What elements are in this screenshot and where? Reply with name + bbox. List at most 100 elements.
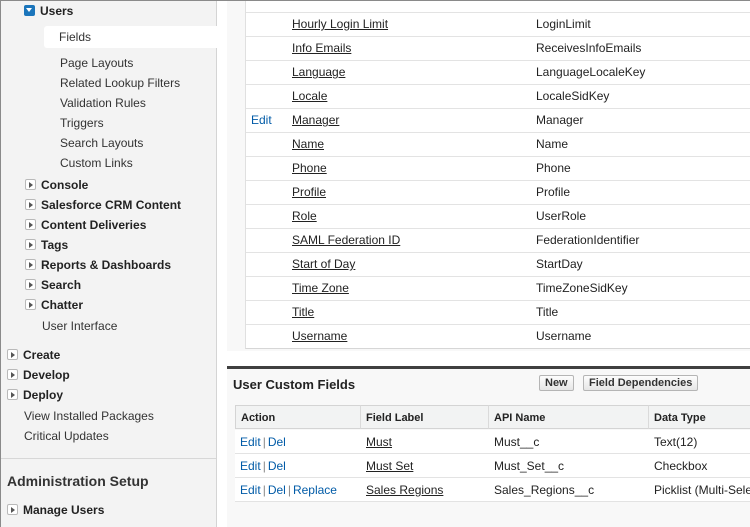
table-row: Locale LocaleSidKey [246, 85, 750, 109]
field-api-name: Name [536, 137, 569, 151]
column-header-field-label[interactable]: Field Label [361, 405, 489, 429]
sidebar-item-manage-users[interactable]: Manage Users [7, 500, 104, 520]
collapse-icon[interactable] [24, 5, 35, 16]
sidebar-item-search-layouts[interactable]: Search Layouts [60, 133, 143, 153]
expand-icon[interactable] [7, 349, 18, 360]
table-row: Profile Profile [246, 181, 750, 205]
sidebar-item-critical-updates[interactable]: Critical Updates [24, 426, 109, 446]
standard-fields-section: Hourly Login Limit LoginLimit Info Email… [227, 1, 750, 351]
custom-fields-section: User Custom Fields New Field Dependencie… [227, 366, 750, 527]
expand-icon[interactable] [25, 259, 36, 270]
new-field-button[interactable]: New [539, 375, 574, 391]
field-data-type: Checkbox [654, 459, 708, 473]
field-label-link[interactable]: Profile [292, 185, 326, 199]
expand-icon[interactable] [25, 279, 36, 290]
sidebar-item-develop[interactable]: Develop [7, 365, 70, 385]
sidebar-item-fields[interactable]: Fields [59, 27, 91, 47]
table-row: Edit | Del | Replace Sales Regions Sales_Reg… [235, 478, 750, 502]
table-row: Username Username [246, 325, 750, 349]
sidebar-item-related-lookup-filters[interactable]: Related Lookup Filters [60, 73, 180, 93]
field-label-link[interactable]: Time Zone [292, 281, 349, 295]
table-row [246, 0, 750, 13]
field-api-name: LoginLimit [536, 17, 591, 31]
table-row: Phone Phone [246, 157, 750, 181]
separator: | [262, 435, 266, 449]
separator: | [287, 483, 291, 497]
sidebar-item-create[interactable]: Create [7, 345, 60, 365]
column-header-action: Action [235, 405, 361, 429]
delete-link[interactable]: Del [268, 435, 286, 449]
table-row: Edit | Del Must Set Must_Set__c Checkbox [235, 454, 750, 478]
edit-link[interactable]: Edit [240, 483, 261, 497]
sidebar-divider [1, 458, 216, 459]
field-api-name: Manager [536, 113, 584, 127]
administration-setup-heading: Administration Setup [7, 473, 149, 489]
standard-fields-table: Hourly Login Limit LoginLimit Info Email… [245, 1, 750, 349]
field-label-link[interactable]: Locale [292, 89, 327, 103]
field-api-name: Must__c [494, 435, 540, 449]
sidebar-item-content-deliveries[interactable]: Content Deliveries [25, 215, 146, 235]
expand-icon[interactable] [25, 199, 36, 210]
table-row: Start of Day StartDay [246, 253, 750, 277]
field-api-name: FederationIdentifier [536, 233, 640, 247]
field-label-link[interactable]: Manager [292, 113, 339, 127]
field-label-link[interactable]: Must Set [366, 459, 413, 473]
field-api-name: Sales_Regions__c [494, 483, 595, 497]
sidebar-item-validation-rules[interactable]: Validation Rules [60, 93, 146, 113]
expand-icon[interactable] [25, 299, 36, 310]
field-label-link[interactable]: Phone [292, 161, 327, 175]
expand-icon[interactable] [25, 219, 36, 230]
expand-icon[interactable] [7, 369, 18, 380]
delete-link[interactable]: Del [268, 483, 286, 497]
sidebar-item-page-layouts[interactable]: Page Layouts [60, 53, 133, 73]
table-row: Title Title [246, 301, 750, 325]
expand-icon[interactable] [25, 239, 36, 250]
field-label-link[interactable]: Name [292, 137, 324, 151]
sidebar-item-reports-dashboards[interactable]: Reports & Dashboards [25, 255, 171, 275]
edit-link[interactable]: Edit [251, 113, 272, 127]
field-label-link[interactable]: Must [366, 435, 392, 449]
field-dependencies-button[interactable]: Field Dependencies [583, 375, 699, 391]
expand-icon[interactable] [25, 179, 36, 190]
sidebar-item-custom-links[interactable]: Custom Links [60, 153, 133, 173]
table-row: SAML Federation ID FederationIdentifier [246, 229, 750, 253]
table-row: Edit Manager Manager [246, 109, 750, 133]
edit-link[interactable]: Edit [240, 435, 261, 449]
field-api-name: UserRole [536, 209, 587, 223]
field-label-link[interactable]: Info Emails [292, 41, 351, 55]
column-header-api-name[interactable]: API Name [489, 405, 649, 429]
sidebar-item-users[interactable]: Users [24, 1, 73, 21]
field-label-link[interactable]: Role [292, 209, 317, 223]
field-label-link[interactable]: Sales Regions [366, 483, 443, 497]
sidebar-item-view-installed-packages[interactable]: View Installed Packages [24, 406, 154, 426]
separator: | [262, 459, 266, 473]
sidebar-item-console[interactable]: Console [25, 175, 88, 195]
field-api-name: Title [536, 305, 559, 319]
sidebar-item-triggers[interactable]: Triggers [60, 113, 104, 133]
field-label-link[interactable]: Title [292, 305, 314, 319]
field-label-link[interactable]: Hourly Login Limit [292, 17, 388, 31]
sidebar-item-crm-content[interactable]: Salesforce CRM Content [25, 195, 181, 215]
field-api-name: Username [536, 329, 592, 343]
expand-icon[interactable] [7, 504, 18, 515]
sidebar-item-search[interactable]: Search [25, 275, 81, 295]
sidebar-item-tags[interactable]: Tags [25, 235, 68, 255]
field-label-link[interactable]: Start of Day [292, 257, 355, 271]
edit-link[interactable]: Edit [240, 459, 261, 473]
field-label-link[interactable]: Username [292, 329, 347, 343]
replace-link[interactable]: Replace [293, 483, 337, 497]
table-row: Edit | Del Must Must__c Text(12) [235, 430, 750, 454]
delete-link[interactable]: Del [268, 459, 286, 473]
field-label-link[interactable]: SAML Federation ID [292, 233, 400, 247]
field-data-type: Text(12) [654, 435, 698, 449]
sidebar-item-chatter[interactable]: Chatter [25, 295, 83, 315]
table-row: Hourly Login Limit LoginLimit [246, 13, 750, 37]
sidebar-item-deploy[interactable]: Deploy [7, 385, 63, 405]
field-label-link[interactable]: Language [292, 65, 345, 79]
field-api-name: Phone [536, 161, 571, 175]
separator: | [262, 483, 266, 497]
sidebar-item-user-interface[interactable]: User Interface [42, 316, 117, 336]
expand-icon[interactable] [7, 389, 18, 400]
column-header-data-type[interactable]: Data Type [649, 405, 750, 429]
field-api-name: LocaleSidKey [536, 89, 610, 103]
